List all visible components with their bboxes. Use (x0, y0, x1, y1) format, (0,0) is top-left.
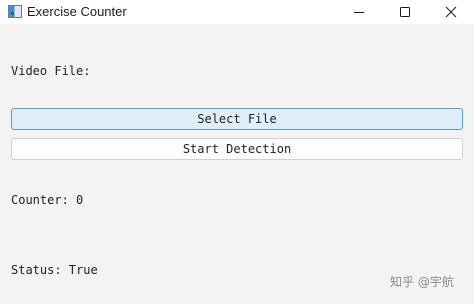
window-title: Exercise Counter (27, 4, 127, 19)
app-icon (8, 5, 22, 18)
close-icon (445, 6, 457, 18)
minimize-icon (354, 12, 364, 13)
select-file-button[interactable]: Select File (11, 108, 463, 130)
maximize-icon (400, 7, 410, 17)
start-detection-button[interactable]: Start Detection (11, 138, 463, 160)
maximize-button[interactable] (382, 0, 428, 24)
minimize-button[interactable] (336, 0, 382, 24)
video-file-label: Video File: (11, 64, 91, 78)
close-button[interactable] (428, 0, 474, 24)
counter-label: Counter: 0 (11, 193, 84, 207)
title-bar[interactable]: Exercise Counter (0, 0, 474, 24)
watermark: 知乎 @宇航 (390, 275, 454, 289)
status-label: Status: True (11, 263, 98, 277)
app-window: Exercise Counter Video File: Select File… (0, 0, 474, 304)
